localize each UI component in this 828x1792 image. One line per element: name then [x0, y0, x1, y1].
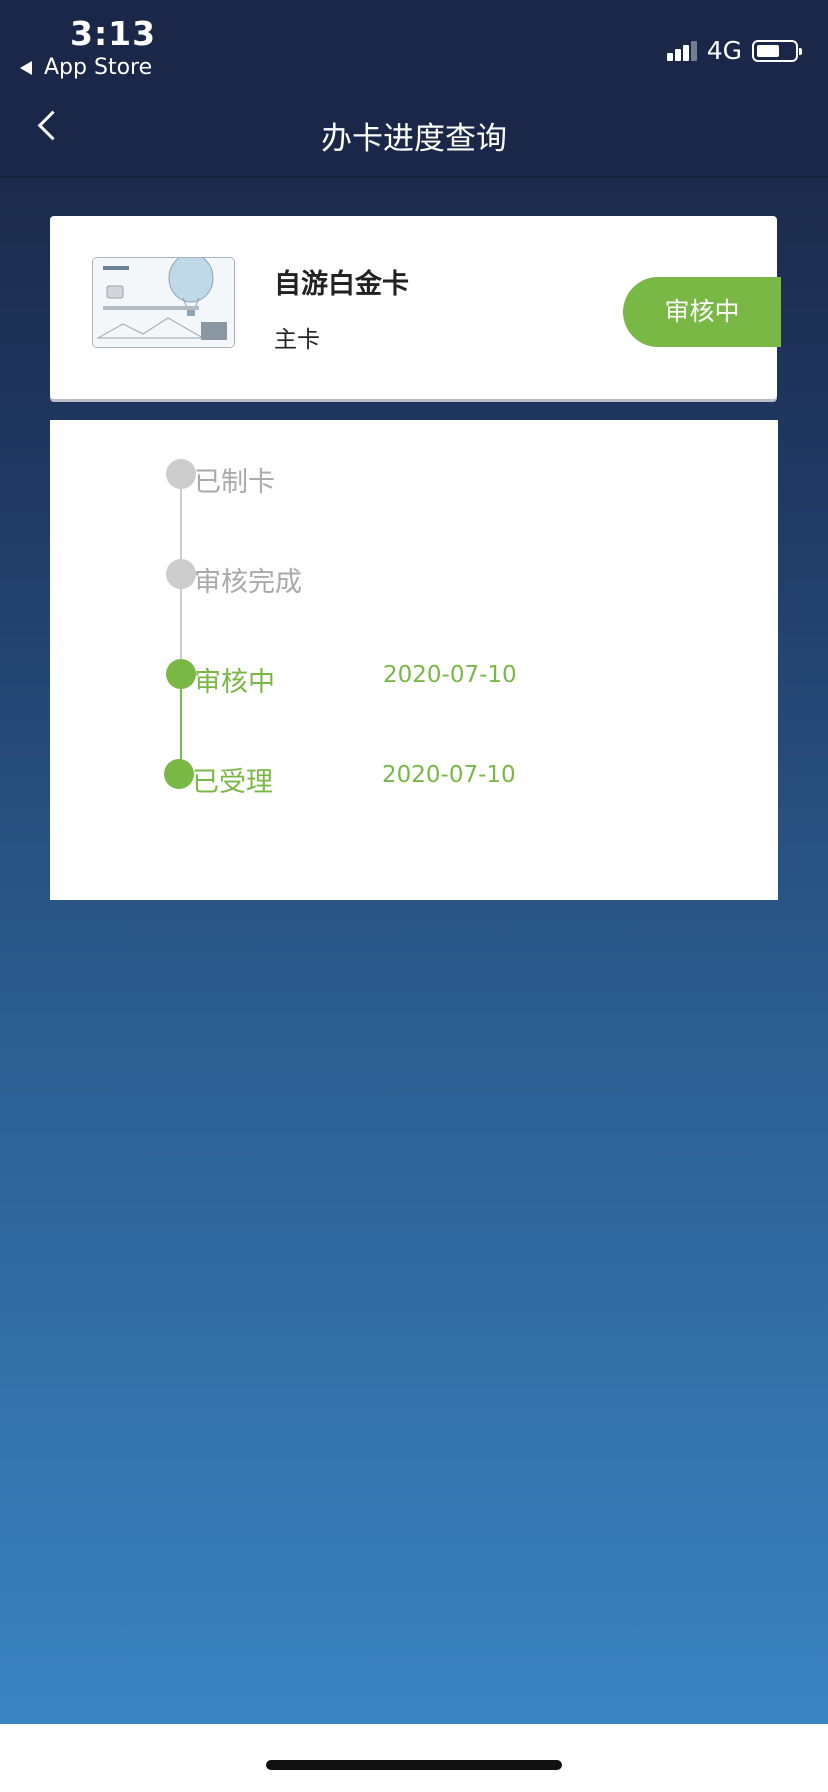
timeline-step-date: 2020-07-10 [382, 762, 516, 788]
battery-level [757, 44, 779, 57]
app-screen: 3:13 App Store 4G 办卡进度查询 自游白金卡 主卡 审核中 已制… [0, 0, 828, 1724]
timeline-step-date: 2020-07-10 [383, 662, 517, 688]
network-type: 4G [706, 36, 742, 65]
timeline-dot [166, 659, 196, 689]
progress-timeline: 已制卡 审核完成 审核中 2020-07-10 已受理 2020-07-10 [50, 420, 778, 900]
timeline-step-label: 审核完成 [194, 567, 302, 598]
credit-card-art [93, 258, 234, 347]
status-badge: 审核中 [623, 277, 781, 347]
timeline-step-label: 已受理 [192, 767, 273, 798]
signal-icon [666, 40, 697, 61]
header: 3:13 App Store 4G 办卡进度查询 [0, 0, 828, 178]
back-triangle-icon [20, 60, 32, 75]
status-indicators: 4G [666, 36, 802, 65]
status-time: 3:13 [70, 14, 157, 53]
back-app-label: App Store [44, 55, 153, 80]
timeline-step-label: 已制卡 [194, 467, 275, 498]
page-title: 办卡进度查询 [321, 121, 507, 157]
timeline-dot [166, 459, 196, 489]
timeline-dot [164, 759, 194, 789]
battery-icon [752, 39, 802, 62]
card-name: 自游白金卡 [274, 269, 409, 300]
credit-card-image [92, 257, 235, 348]
card-summary: 自游白金卡 主卡 审核中 [50, 216, 781, 399]
timeline-dot [166, 559, 196, 589]
timeline-step-label: 审核中 [194, 667, 275, 698]
back-to-app-store[interactable]: App Store [20, 55, 152, 80]
home-indicator[interactable] [266, 1760, 562, 1770]
card-type: 主卡 [274, 327, 320, 353]
